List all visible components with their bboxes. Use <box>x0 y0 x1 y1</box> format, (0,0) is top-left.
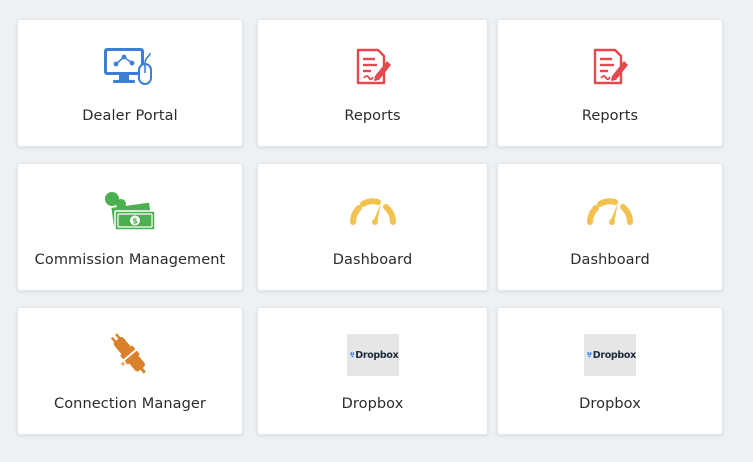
dealer-portal-monitor-icon <box>102 42 158 92</box>
tile-dropbox[interactable]: Dropbox Dropbox <box>497 307 723 435</box>
gauge-speedometer-icon <box>582 186 638 236</box>
tile-label: Reports <box>581 108 639 124</box>
svg-text:+: + <box>120 360 126 368</box>
dropbox-logo-icon: Dropbox <box>582 330 638 380</box>
tile-dropbox[interactable]: Dropbox Dropbox <box>257 307 488 435</box>
tile-label: Dealer Portal <box>82 108 178 124</box>
tile-label: Dropbox <box>579 396 641 412</box>
tile-reports[interactable]: Reports <box>497 19 723 147</box>
tile-reports[interactable]: Reports <box>257 19 488 147</box>
report-document-pen-icon <box>582 42 638 92</box>
tile-dealer-portal[interactable]: Dealer Portal <box>17 19 243 147</box>
tile-label: Connection Manager <box>53 396 206 412</box>
dropbox-logo-icon: Dropbox <box>345 330 401 380</box>
svg-text:$: $ <box>132 217 138 226</box>
tile-dashboard[interactable]: Dashboard <box>257 163 488 291</box>
tile-label: Reports <box>344 108 401 124</box>
cash-money-icon: $ <box>102 186 158 236</box>
report-document-pen-icon <box>345 42 401 92</box>
tile-dashboard[interactable]: Dashboard <box>497 163 723 291</box>
app-tile-grid: Dealer Portal Reports Reports $ Commissi… <box>0 0 753 462</box>
tile-connection-manager[interactable]: + Connection Manager <box>17 307 243 435</box>
tile-commission-management[interactable]: $ Commission Management <box>17 163 243 291</box>
tile-label: Dashboard <box>570 252 650 268</box>
tile-label: Dashboard <box>332 252 413 268</box>
dropbox-logo-text: Dropbox <box>592 349 637 361</box>
dropbox-logo-text: Dropbox <box>355 349 399 361</box>
tile-label: Dropbox <box>341 396 404 412</box>
tile-label: Commission Management <box>34 252 226 268</box>
plug-connector-icon: + <box>102 330 158 380</box>
gauge-speedometer-icon <box>345 186 401 236</box>
